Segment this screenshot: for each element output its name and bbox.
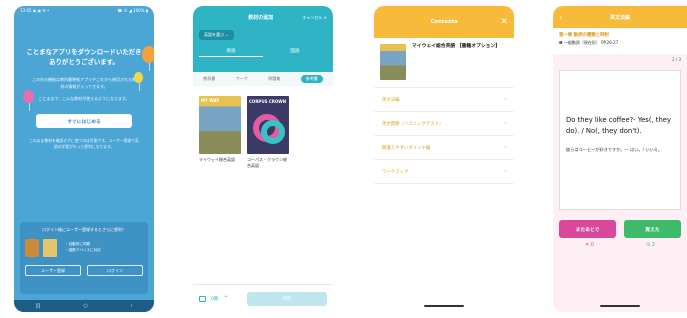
tab-workbook[interactable]: ワーク (236, 76, 248, 82)
cancel-button[interactable]: キャンセル ✕ (302, 15, 327, 21)
cover-ring-icon (261, 120, 285, 144)
home-indicator (424, 305, 464, 307)
book-thumbnail-1 (25, 239, 39, 257)
status-bar: 13:05 ◉ ◉ ✉ • ☎ ⁂ ◢ 100% ▮ (14, 6, 154, 16)
status-left: 13:05 ◉ ◉ ✉ • (20, 8, 50, 13)
balloon-yellow (134, 72, 143, 91)
confirm-button[interactable]: 決定 (247, 291, 327, 306)
chevron-right-icon: › (504, 169, 506, 174)
chapter-info: 第一章 動詞の種類と時制 ❶ 一般動詞（現在形） PP.26-27 (553, 28, 687, 54)
welcome-description: この先の機能は教科書準拠アプリやこれから使用される教材の情報が入ってきます。 (32, 77, 136, 89)
add-materials-screen: 教材の追加 キャンセル ✕ 英語を選ぶ ⌄ 英語 国語 教科書 ワーク 問題集 … (193, 6, 333, 312)
category-tabs: 教科書 ワーク 問題集 参考書 (193, 72, 333, 86)
segment-japanese[interactable]: 国語 (263, 46, 327, 57)
book-grid: MY WAY マイウェイ総合英語 CORPUS CROWN コーパス・クラウン総… (193, 86, 333, 178)
book-card-corpus-crown[interactable]: CORPUS CROWN コーパス・クラウン総合英語 (247, 96, 289, 168)
book-card-my-way[interactable]: MY WAY マイウェイ総合英語 (199, 96, 241, 168)
section-title: ❶ 一般動詞（現在形） PP.26-27 (559, 40, 619, 45)
tab-textbook[interactable]: 教科書 (203, 76, 215, 82)
book-cover-corpus-crown: CORPUS CROWN (247, 96, 289, 154)
tab-reference-book[interactable]: 参考書 (300, 75, 323, 83)
contents-item-label: 間違えやすいポイント編 (382, 145, 431, 151)
wrong-count: ✕ 0 (585, 242, 594, 248)
panel-title: ログイン後にユーザー登録するとさらに便利！ (42, 227, 126, 232)
back-icon[interactable]: ‹ (559, 13, 562, 22)
page-indicator: 2 / 3 (672, 57, 681, 62)
contents-screen: Contents ✕ マイウェイ総合英語 【書籍オプション】 英文法編 › 英文… (374, 6, 514, 312)
chevron-right-icon: › (504, 121, 506, 126)
welcome-screen: 13:05 ◉ ◉ ✉ • ☎ ⁂ ◢ 100% ▮ ことまなアプリをダウンロー… (14, 6, 154, 312)
contents-item-label: 英文法編 (382, 97, 400, 103)
book-stack-icon (199, 295, 206, 302)
contents-header: Contents ✕ (374, 6, 514, 38)
example-sentence: Do they like coffee?- Yes(, they do). / … (566, 116, 671, 135)
register-notice: このまま教材を確認せずに使うのは可能です。ユーザー登録で英語の学習がもっと便利に… (29, 138, 139, 150)
page-title: Contents (430, 19, 458, 25)
language-segment: 英語 国語 (199, 46, 327, 57)
recent-apps-icon[interactable]: ||| (35, 303, 40, 309)
contents-item[interactable]: ワークブック › (374, 160, 514, 184)
page-title: 教材の追加 (248, 15, 274, 21)
balloon-pink (23, 90, 34, 111)
book-cover-my-way: MY WAY (199, 96, 241, 154)
chevron-up-icon[interactable]: ⌃ (223, 295, 228, 302)
memorized-button[interactable]: 覚えた (624, 220, 681, 238)
home-icon[interactable]: ○ (83, 303, 87, 309)
header: 教材の追加 キャンセル ✕ 英語を選ぶ ⌄ 英語 国語 (193, 6, 333, 72)
welcome-message: ことまなアプリをダウンロードいただき ありがとうございます。 (26, 48, 142, 66)
flashcard[interactable]: Do they like coffee?- Yes(, they do). / … (559, 70, 681, 210)
panel-list-item: ・複数デバイスに対応 (65, 248, 101, 252)
book-cover (380, 44, 406, 80)
selection-footer: 0冊 ⌃ 決定 (193, 284, 333, 312)
selected-count: 0冊 (211, 296, 219, 302)
status-right: ☎ ⁂ ◢ 100% ▮ (117, 8, 148, 13)
balloon-orange (142, 46, 154, 71)
review-later-button[interactable]: またあとで (559, 220, 616, 238)
contents-item-label: 英文問題（リスニングテスト） (382, 121, 444, 127)
flashcard-screen: ‹ 英文法編 第一章 動詞の種類と時制 ❶ 一般動詞（現在形） PP.26-27… (553, 6, 687, 312)
chevron-right-icon: › (504, 97, 506, 102)
score-row: ✕ 0 ⊙ 2 (553, 238, 687, 252)
book-name: マイウェイ総合英語 【書籍オプション】 (412, 44, 501, 49)
flashcard-header: ‹ 英文法編 (553, 6, 687, 28)
register-panel: ログイン後にユーザー登録するとさらに便利！ ・自動的に同期 ・複数デバイスに対応… (20, 222, 148, 294)
cover-title: CORPUS CROWN (249, 99, 287, 104)
book-title: マイウェイ総合英語 (199, 157, 235, 162)
answer-buttons: またあとで 覚えた (553, 210, 687, 238)
book-info: マイウェイ総合英語 【書籍オプション】 (374, 38, 514, 88)
chapter-title: 第一章 動詞の種類と時制 (559, 33, 609, 38)
book-title: コーパス・クラウン総合英語 (247, 157, 287, 168)
register-button[interactable]: ユーザー登録 (25, 265, 81, 276)
close-icon[interactable]: ✕ (500, 17, 508, 27)
book-thumbnail-2 (43, 239, 57, 257)
tab-problem-book[interactable]: 問題集 (268, 76, 280, 82)
chevron-right-icon: › (504, 145, 506, 150)
android-nav-bar: ||| ○ ‹ (14, 300, 154, 312)
contents-item-label: ワークブック (382, 169, 409, 175)
login-button[interactable]: ログイン (87, 265, 143, 276)
back-icon[interactable]: ‹ (131, 303, 133, 309)
contents-item[interactable]: 英文問題（リスニングテスト） › (374, 112, 514, 136)
start-now-button[interactable]: すぐにはじめる (36, 114, 132, 129)
subject-select[interactable]: 英語を選ぶ ⌄ (199, 30, 234, 40)
contents-item[interactable]: 間違えやすいポイント編 › (374, 136, 514, 160)
contents-item[interactable]: 英文法編 › (374, 88, 514, 112)
segment-english[interactable]: 英語 (199, 46, 263, 57)
correct-count: ⊙ 2 (646, 242, 655, 248)
sentence-translation: 彼らはコーヒーが好きですか。― はい。/ いいえ。 (566, 146, 663, 152)
cover-title: MY WAY (201, 98, 220, 103)
home-indicator (600, 305, 640, 307)
page-title: 英文法編 (609, 14, 630, 21)
welcome-description-2: ことまなで、こんな教材が使えるようになります。 (38, 96, 130, 101)
